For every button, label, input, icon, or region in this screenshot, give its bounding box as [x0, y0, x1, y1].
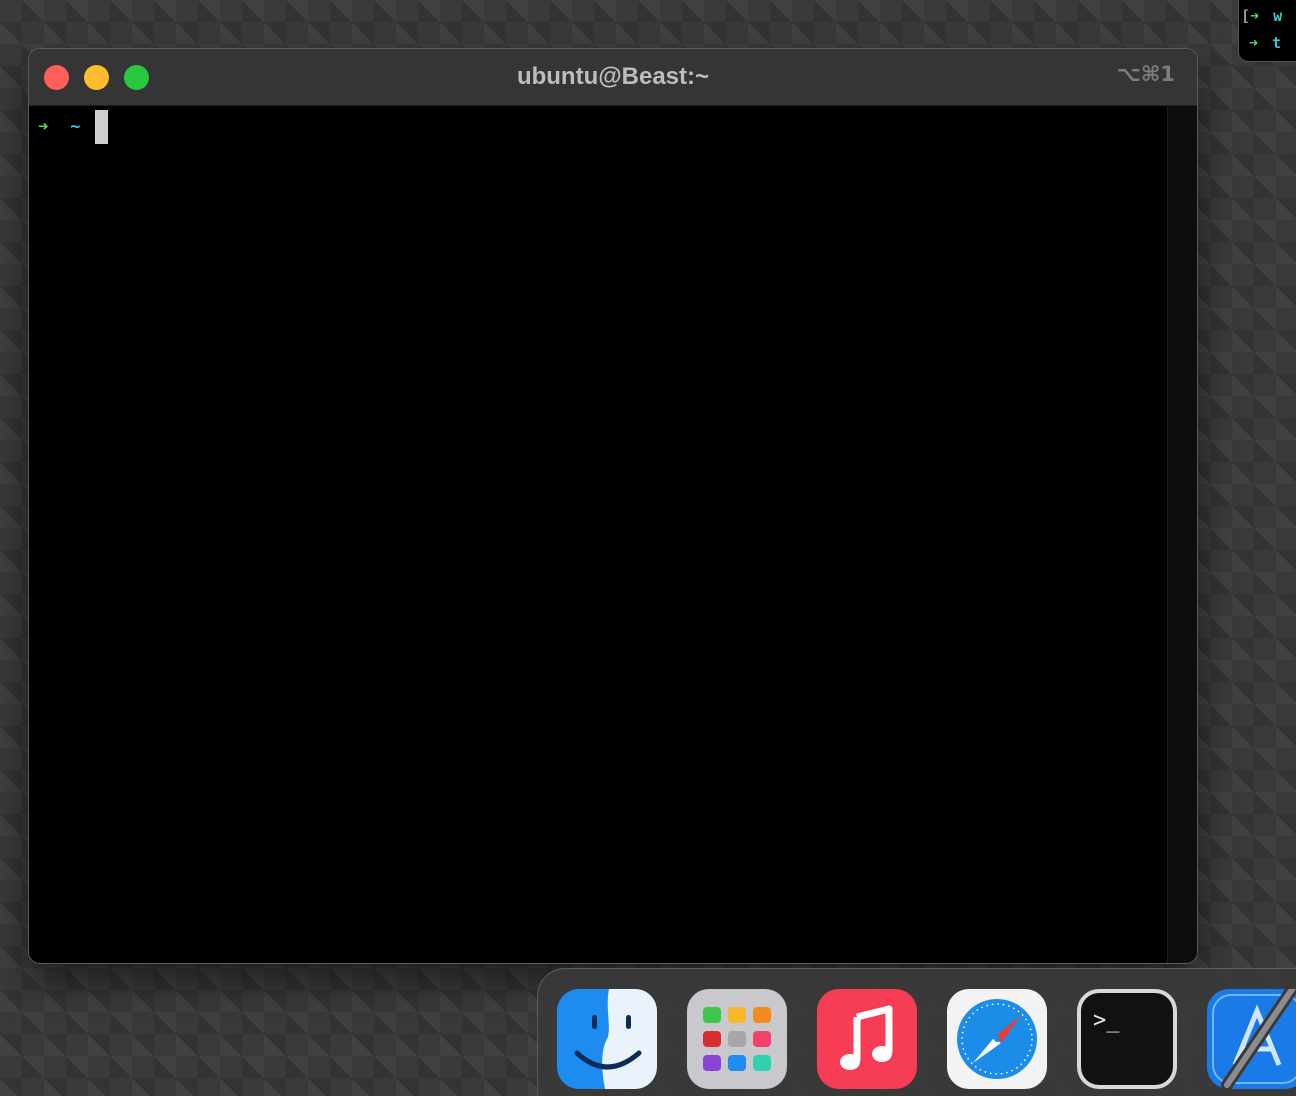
dock-app-terminal[interactable]: >_	[1077, 989, 1177, 1089]
background-terminal-line: [➜ w	[1241, 3, 1296, 30]
prompt-arrow-icon: ➜	[38, 117, 49, 137]
dock-app-xcode[interactable]	[1207, 989, 1296, 1089]
background-terminal-bracket: [	[1241, 7, 1251, 25]
window-title: ubuntu@Beast:~	[516, 63, 710, 90]
window-shortcut-label: ⌥⌘1	[1116, 62, 1175, 86]
background-terminal-window[interactable]: [➜ w ➜ t	[1238, 0, 1296, 62]
terminal-icon-glyph: >_	[1093, 1008, 1120, 1033]
terminal-window: ubuntu@Beast:~ ⌥⌘1 ➜ ~	[28, 48, 1198, 964]
dock-app-music[interactable]	[817, 989, 917, 1089]
dock-app-safari[interactable]	[947, 989, 1047, 1089]
background-terminal-arrow: ➜	[1249, 34, 1259, 52]
finder-icon	[557, 989, 657, 1089]
prompt-line: ➜ ~	[38, 110, 108, 144]
background-terminal-arrow: ➜	[1250, 7, 1260, 25]
dock-app-finder[interactable]	[557, 989, 657, 1089]
background-terminal-line: ➜ t	[1241, 30, 1296, 57]
text-cursor	[94, 110, 108, 144]
prompt-cwd: ~	[70, 117, 81, 137]
background-terminal-text: w	[1273, 7, 1283, 25]
xcode-icon	[1207, 989, 1296, 1089]
scrollbar-track[interactable]	[1167, 106, 1197, 963]
safari-icon	[947, 989, 1047, 1089]
music-icon	[817, 989, 917, 1089]
background-terminal-text: t	[1272, 34, 1282, 52]
title-bar[interactable]: ubuntu@Beast:~ ⌥⌘1	[29, 49, 1197, 106]
terminal-icon: >_	[1077, 989, 1177, 1089]
terminal-output-area[interactable]: ➜ ~	[29, 106, 1168, 963]
launchpad-icon	[687, 989, 787, 1089]
dock-app-launchpad[interactable]	[687, 989, 787, 1089]
